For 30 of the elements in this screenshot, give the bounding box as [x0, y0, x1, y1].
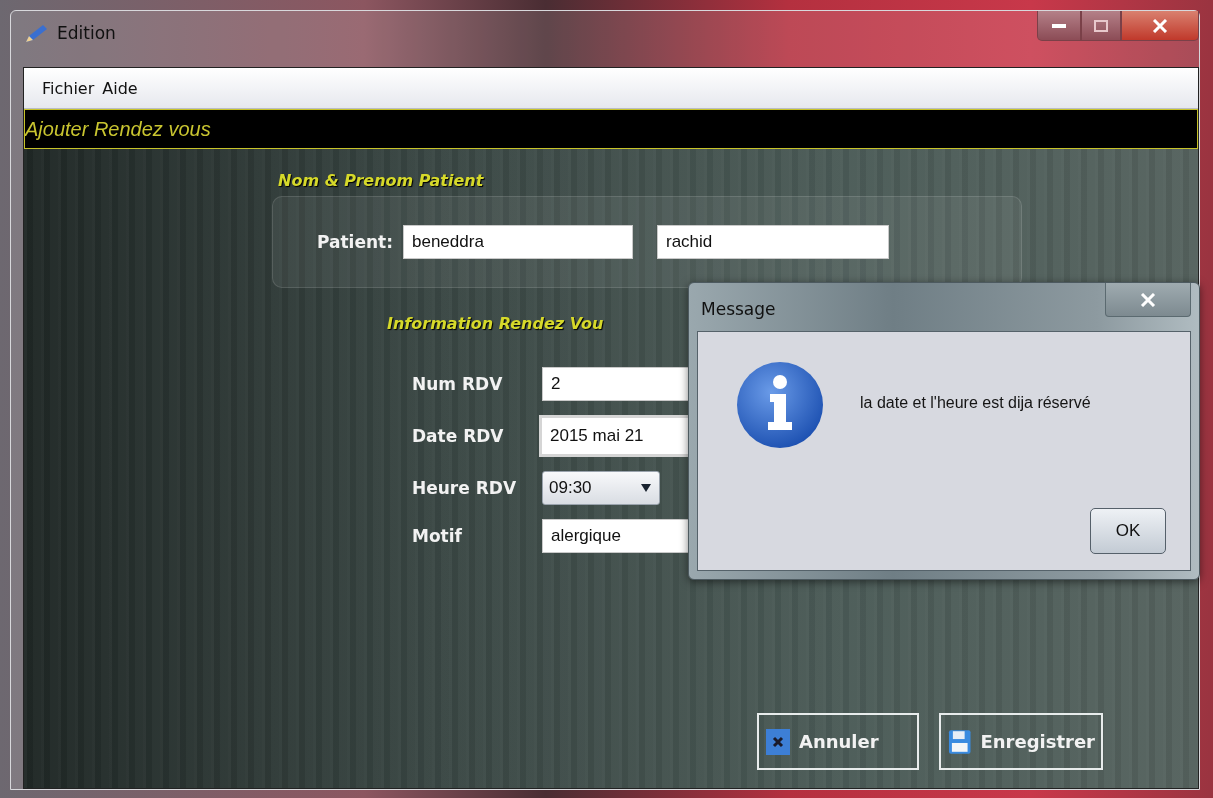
window-title: Edition [57, 23, 116, 43]
maximize-button[interactable] [1081, 11, 1121, 41]
cancel-icon [765, 726, 791, 757]
group-title: Nom & Prenom Patient [278, 171, 484, 190]
group-title: Information Rendez Vou [387, 314, 604, 333]
maximize-icon [1094, 19, 1108, 32]
dialog-message: la date et l'heure est dija réservé [860, 394, 1091, 412]
dialog-title: Message [701, 299, 776, 319]
time-dropdown[interactable]: 09:30 [542, 471, 660, 505]
field-label: Patient: [317, 232, 393, 252]
menu-item[interactable]: Aide [102, 78, 138, 98]
close-button[interactable] [1121, 11, 1199, 41]
save-button[interactable]: Enregistrer [939, 713, 1103, 770]
close-icon [1152, 18, 1168, 33]
ok-button[interactable]: OK [1090, 508, 1166, 554]
menu-item[interactable]: Fichier [42, 78, 95, 98]
minimize-button[interactable] [1037, 11, 1081, 41]
minimize-icon [1052, 22, 1066, 29]
field-label: Heure RDV [412, 478, 518, 498]
field-label: Num RDV [412, 374, 504, 394]
pencil-icon [23, 23, 49, 45]
first-name-field[interactable]: rachid [657, 225, 889, 259]
info-icon [736, 360, 824, 450]
last-name-field[interactable]: beneddra [403, 225, 633, 259]
close-icon [1140, 292, 1156, 307]
close-button[interactable] [1105, 283, 1191, 317]
cancel-button[interactable]: Annuler [757, 713, 919, 770]
field-label: Motif [412, 526, 463, 546]
banner-title: Ajouter Rendez vous [25, 117, 211, 141]
field-label: Date RDV [412, 426, 505, 446]
